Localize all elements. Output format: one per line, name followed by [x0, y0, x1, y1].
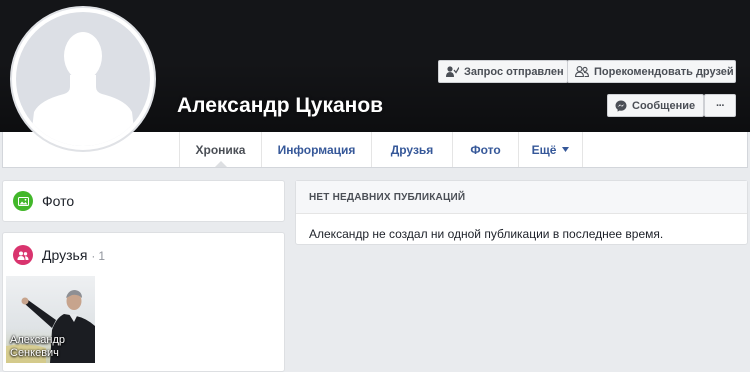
photos-icon [13, 191, 33, 211]
more-options-icon: ··· [716, 99, 725, 112]
request-sent-label: Запрос отправлен [464, 65, 564, 78]
friends-title-link[interactable]: Друзья · 1 [42, 247, 105, 263]
friend-name: Александр Сенкевич [10, 334, 65, 360]
more-options-button[interactable]: ··· [704, 94, 736, 117]
tab-timeline-label: Хроника [195, 142, 246, 157]
recommend-friends-button[interactable]: Порекомендовать друзей [567, 60, 736, 83]
caret-down-icon [562, 147, 570, 152]
friends-icon [13, 245, 33, 265]
message-label: Сообщение [632, 99, 696, 112]
photos-title: Фото [42, 193, 75, 209]
tab-more-label: Ещё [531, 142, 557, 157]
friends-count: 1 [98, 249, 106, 263]
default-avatar-silhouette-icon [16, 12, 150, 146]
person-check-icon [446, 66, 459, 77]
recommend-friends-label: Порекомендовать друзей [594, 65, 734, 78]
friend-tile[interactable]: Александр Сенкевич [6, 276, 95, 363]
tab-timeline[interactable]: Хроника [179, 132, 261, 167]
profile-avatar[interactable] [10, 6, 156, 152]
tab-photos-label: Фото [470, 142, 501, 157]
profile-name: Александр Цуканов [177, 94, 384, 117]
tab-photos[interactable]: Фото [452, 132, 518, 167]
tab-friends-label: Друзья [390, 142, 434, 157]
friend-request-sent-button[interactable]: Запрос отправлен [438, 60, 568, 83]
tab-friends[interactable]: Друзья [371, 132, 452, 167]
tab-about-label: Информация [277, 142, 356, 157]
friends-title: Друзья [42, 247, 88, 263]
messenger-icon [615, 100, 627, 112]
tab-about[interactable]: Информация [261, 132, 371, 167]
message-button[interactable]: Сообщение [607, 94, 704, 117]
friend-first-name: Александр [10, 334, 66, 346]
recent-posts-header: НЕТ НЕДАВНИХ ПУБЛИКАЦИЙ [296, 181, 747, 214]
people-outline-icon [575, 66, 589, 77]
recent-posts-card: НЕТ НЕДАВНИХ ПУБЛИКАЦИЙ Александр не соз… [295, 180, 748, 245]
friend-last-name: Сенкевич [10, 347, 59, 359]
no-posts-message: Александр не создал ни одной публикации … [309, 227, 664, 241]
active-tab-indicator [214, 161, 227, 167]
friends-count-separator: · [91, 249, 96, 263]
photos-card[interactable]: Фото [2, 180, 285, 222]
tab-more[interactable]: Ещё [518, 132, 583, 167]
